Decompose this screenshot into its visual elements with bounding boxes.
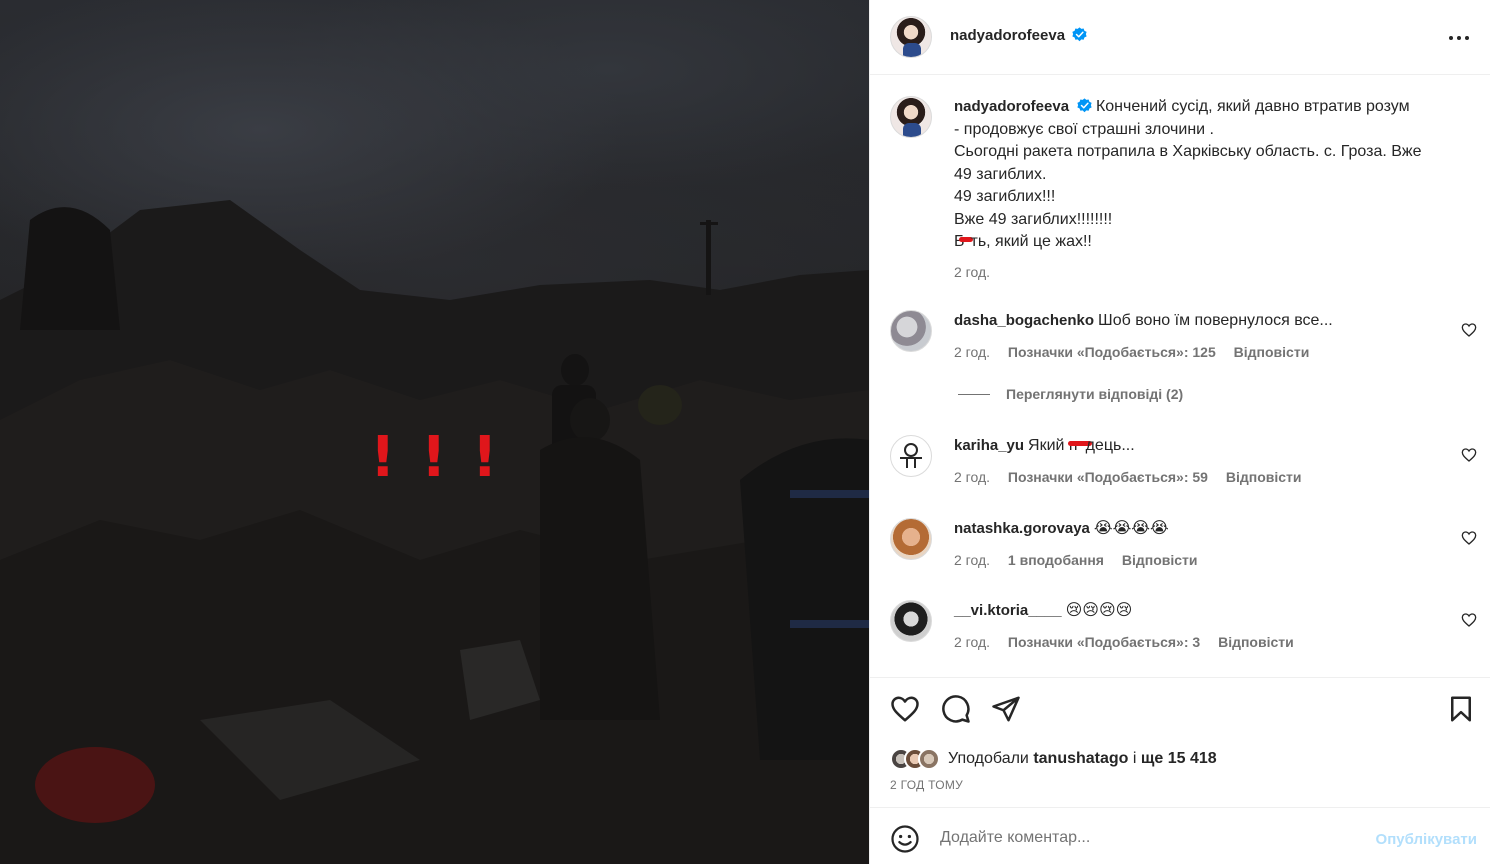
comment-meta: 2 год. 1 вподобання Відповісти: [954, 552, 1212, 568]
caption-avatar[interactable]: [890, 96, 932, 138]
reply-button[interactable]: Відповісти: [1218, 634, 1294, 650]
comment-heart-icon[interactable]: [1461, 447, 1477, 463]
comment-time[interactable]: 2 год.: [954, 634, 990, 650]
caption-line: Кончений сусід, який давно втратив розум: [1095, 98, 1410, 115]
comment-body: kariha_yu Який п дець...: [954, 435, 1424, 457]
avatar-logo-icon: [900, 443, 922, 468]
post-viewer: ! ! ! nadyadorofeeva nadyadorofeeva Конч…: [0, 0, 1490, 864]
comment-heart-icon[interactable]: [1461, 530, 1477, 546]
avatar[interactable]: [890, 16, 932, 58]
liker-username[interactable]: tanushatago: [1033, 750, 1128, 767]
comment-username[interactable]: natashka.gorovaya: [954, 520, 1090, 537]
comments-scroll-area[interactable]: nadyadorofeeva Кончений сусід, який давн…: [870, 76, 1490, 676]
verified-badge-icon: [1072, 27, 1087, 42]
verified-badge-icon: [1076, 98, 1092, 113]
likes-prefix: Уподобали: [948, 750, 1029, 767]
exclamation-mark: !: [472, 425, 498, 490]
comment-heart-icon[interactable]: [1461, 612, 1477, 628]
exclamation-mark: !: [421, 425, 447, 490]
add-comment-bar: Опублікувати: [870, 807, 1490, 864]
likes-and: і: [1132, 750, 1137, 767]
author-username[interactable]: nadyadorofeeva: [950, 27, 1065, 44]
share-icon[interactable]: [991, 694, 1021, 724]
comment-text-end: дець...: [1085, 437, 1135, 454]
comment-likes[interactable]: 1 вподобання: [1008, 552, 1104, 568]
post-header: nadyadorofeeva: [870, 0, 1490, 75]
comment-body: __vi.ktoria____ 😢😢😢😢: [954, 600, 1424, 622]
comment-meta: 2 год. Позначки «Подобається»: 59 Відпов…: [954, 469, 1316, 485]
view-replies-button[interactable]: Переглянути відповіді (2): [958, 386, 1183, 402]
comment-username[interactable]: dasha_bogachenko: [954, 312, 1094, 329]
likes-summary[interactable]: Уподобали tanushatago і ще 15 418: [890, 746, 1217, 772]
author-name-row: nadyadorofeeva: [950, 27, 1087, 44]
post-panel: nadyadorofeeva nadyadorofeeva Кончений с…: [869, 0, 1490, 864]
comment-text: Шоб воно їм повернулося все...: [1098, 312, 1333, 329]
caption-line: 49 загиблих!!!: [954, 188, 1056, 205]
comment-time[interactable]: 2 год.: [954, 552, 990, 568]
comment-likes[interactable]: Позначки «Подобається»: 125: [1008, 344, 1216, 360]
commenter-avatar[interactable]: [890, 310, 932, 352]
commenter-avatar[interactable]: [890, 600, 932, 642]
comment-text: 😭😭😭😭: [1093, 520, 1169, 537]
caption-line: Бть, який це жах!!: [954, 231, 1469, 254]
comment-time[interactable]: 2 год.: [954, 469, 990, 485]
reply-button[interactable]: Відповісти: [1226, 469, 1302, 485]
publish-button[interactable]: Опублікувати: [1376, 831, 1477, 848]
caption-line: - продовжує свої страшні злочини .: [954, 120, 1214, 138]
more-options-icon[interactable]: [1447, 26, 1471, 50]
comment-heart-icon[interactable]: [1461, 322, 1477, 338]
replies-divider: [958, 394, 990, 395]
post-caption: nadyadorofeeva Кончений сусід, який давн…: [954, 96, 1469, 283]
caption-username[interactable]: nadyadorofeeva: [954, 98, 1069, 115]
caption-line-end: ть, який це жах!!: [970, 233, 1092, 250]
comment-meta: 2 год. Позначки «Подобається»: 125 Відпо…: [954, 344, 1323, 360]
emoji-icon[interactable]: [890, 824, 920, 854]
post-time[interactable]: 2 ГОД ТОМУ: [890, 778, 963, 792]
comment-input[interactable]: [940, 824, 1340, 852]
caption-line: Вже 49 загиблих!!!!!!!!: [954, 210, 1113, 228]
likes-count[interactable]: ще 15 418: [1141, 750, 1217, 767]
comment-body: dasha_bogachenko Шоб воно їм повернулося …: [954, 310, 1424, 332]
bookmark-icon[interactable]: [1446, 694, 1476, 724]
commenter-avatar[interactable]: [890, 435, 932, 477]
comment-username[interactable]: kariha_yu: [954, 437, 1024, 454]
comment-body: natashka.gorovaya 😭😭😭😭: [954, 518, 1424, 540]
heart-icon[interactable]: [890, 694, 920, 724]
caption-time[interactable]: 2 год.: [954, 261, 1469, 284]
exclamation-mark: !: [370, 425, 396, 490]
reply-button[interactable]: Відповісти: [1234, 344, 1310, 360]
caption-line: 49 загиблих.: [954, 165, 1047, 183]
liker-avatar: [918, 748, 940, 770]
comment-likes[interactable]: Позначки «Подобається»: 3: [1008, 634, 1200, 650]
comment-likes[interactable]: Позначки «Подобається»: 59: [1008, 469, 1208, 485]
reply-button[interactable]: Відповісти: [1122, 552, 1198, 568]
comment-time[interactable]: 2 год.: [954, 344, 990, 360]
comment-icon[interactable]: [941, 694, 971, 724]
post-actions: Уподобали tanushatago і ще 15 418 2 ГОД …: [870, 677, 1490, 807]
post-photo[interactable]: ! ! !: [0, 0, 869, 864]
commenter-avatar[interactable]: [890, 518, 932, 560]
view-replies-label: Переглянути відповіді (2): [1006, 386, 1184, 402]
likes-text: Уподобали tanushatago і ще 15 418: [948, 750, 1217, 768]
comment-text: 😢😢😢😢: [1065, 602, 1133, 619]
comment-meta: 2 год. Позначки «Подобається»: 3 Відпові…: [954, 634, 1308, 650]
caption-line: Сьогодні ракета потрапила в Харківську о…: [954, 143, 1422, 160]
comment-username[interactable]: __vi.ktoria____: [954, 602, 1062, 619]
